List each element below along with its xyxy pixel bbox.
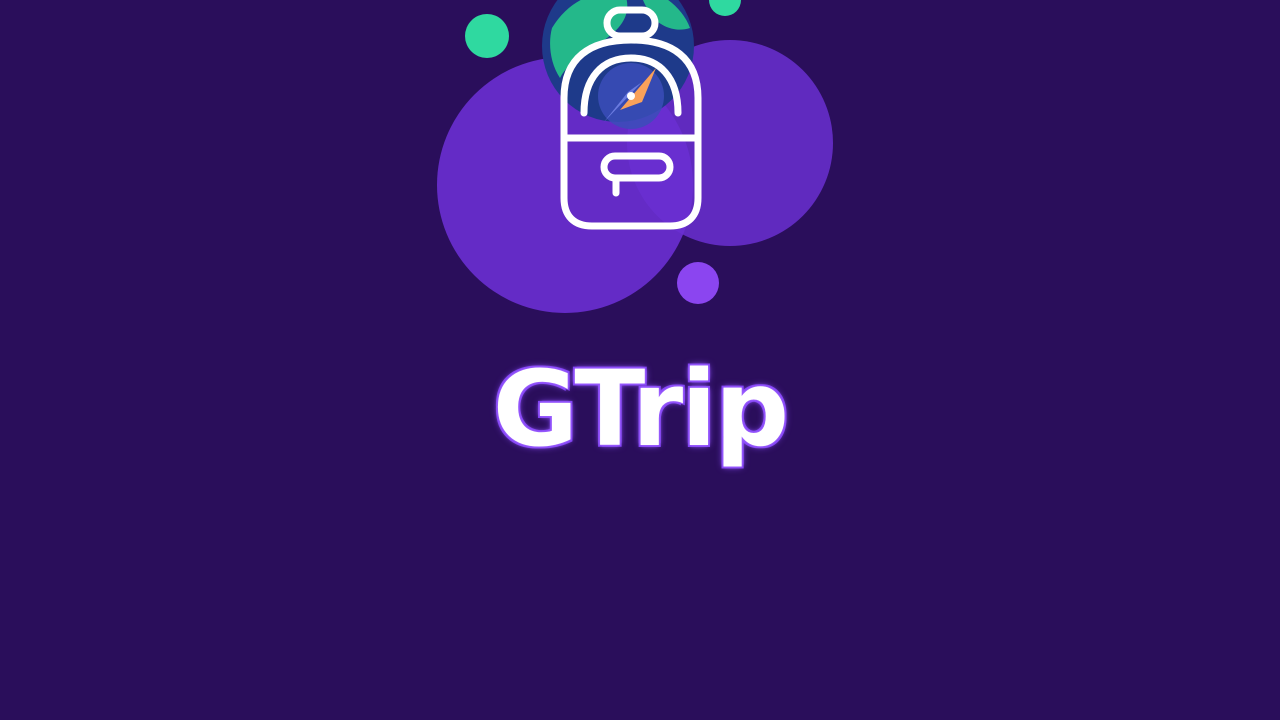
green-dot-left	[465, 14, 509, 58]
compass-icon	[598, 63, 664, 129]
green-dot-right	[709, 0, 741, 16]
backpack-compass-logo-icon	[420, 0, 860, 318]
app-title: GTrip	[492, 348, 789, 470]
small-purple-dot	[677, 262, 719, 304]
splash-screen: GTrip	[0, 0, 1280, 720]
